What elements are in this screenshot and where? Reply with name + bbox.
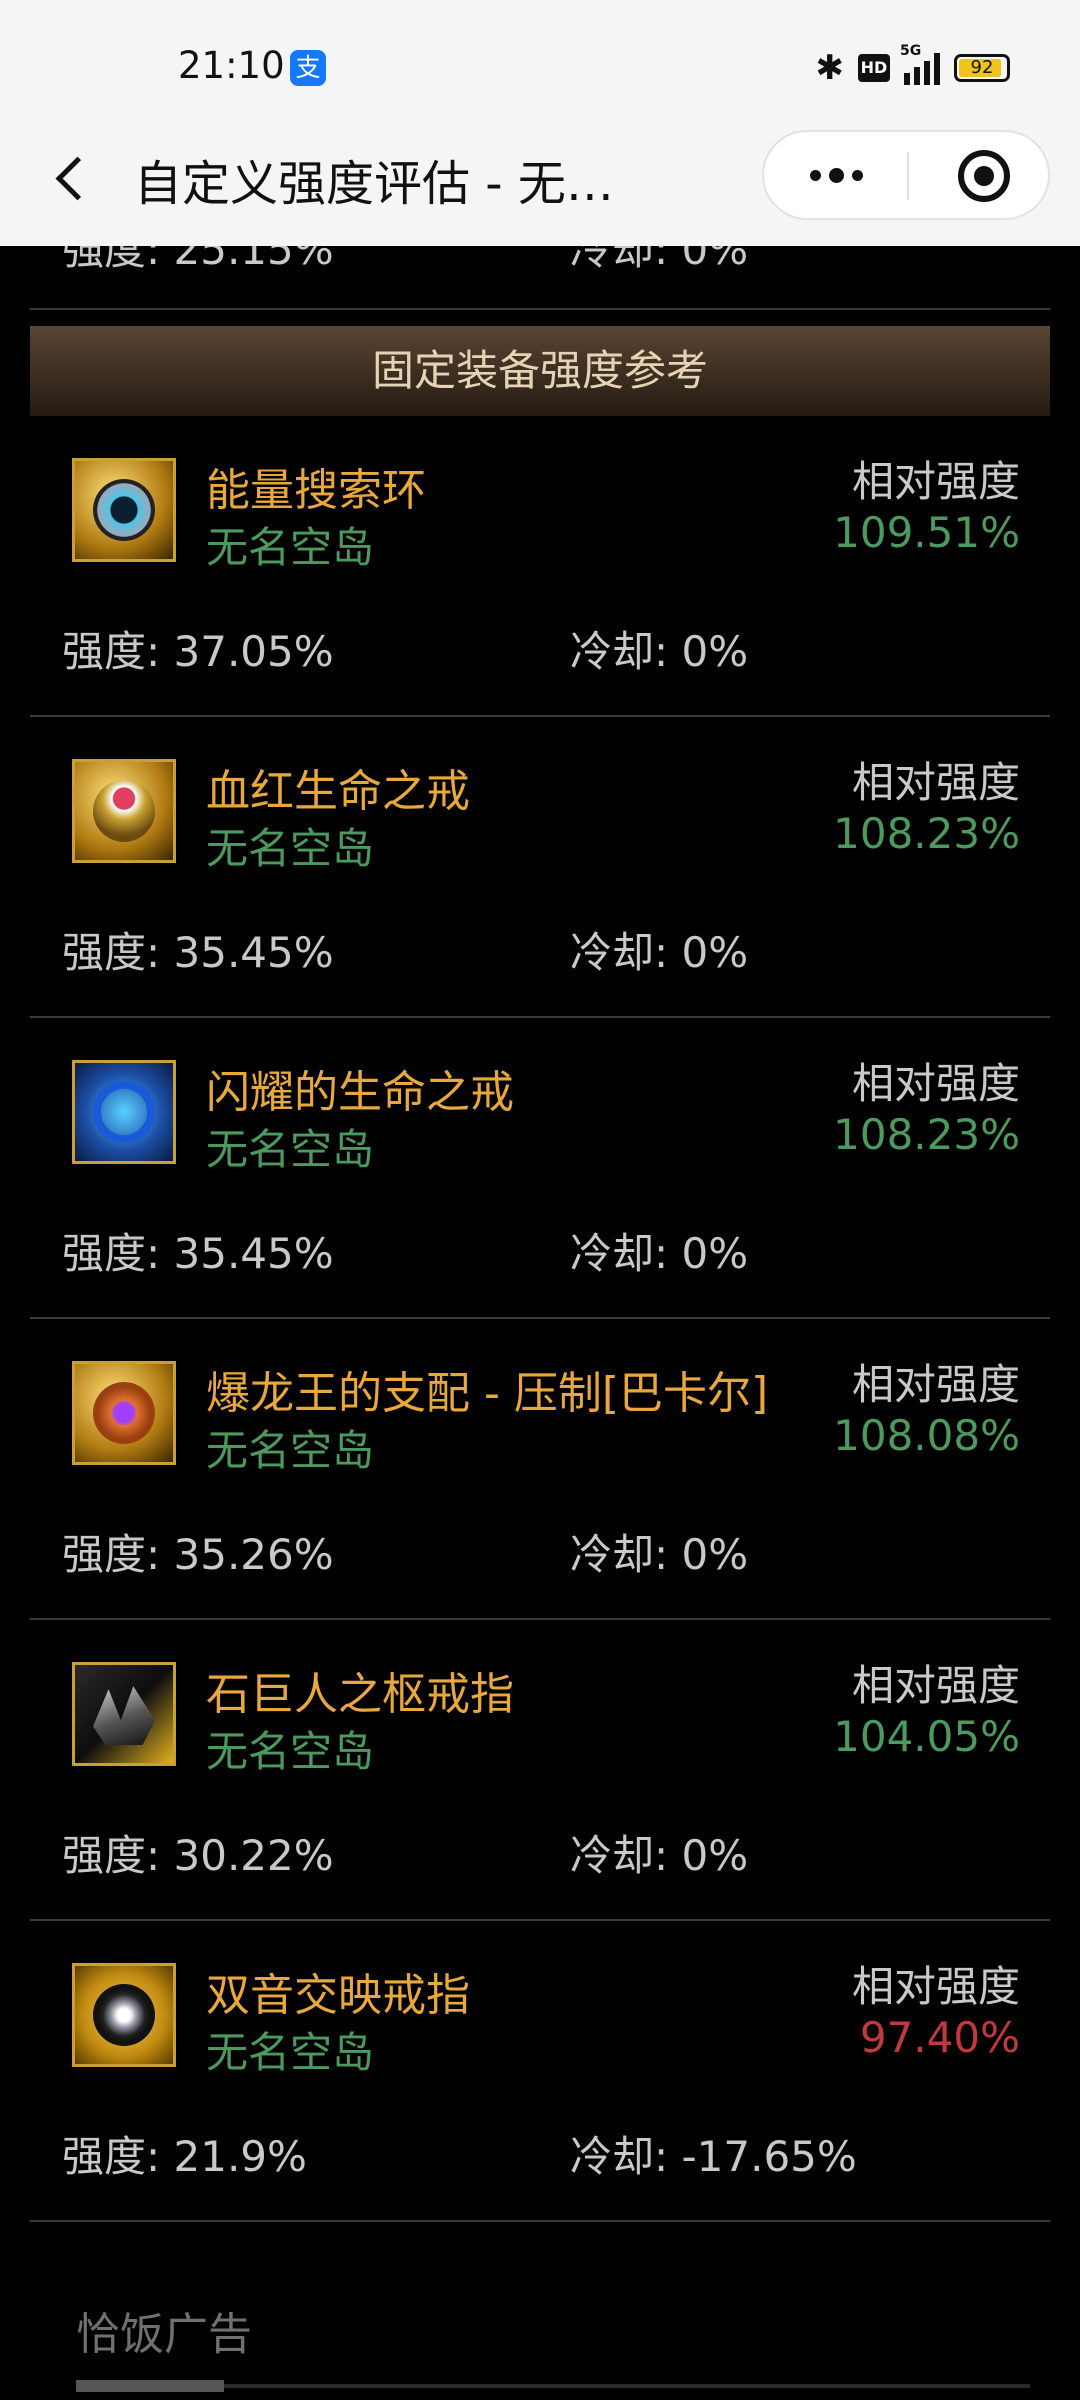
item-cooldown: 冷却: 0% — [570, 1229, 749, 1278]
item-cooldown: 冷却: 0% — [570, 928, 749, 977]
relative-strength-label: 相对强度 — [851, 758, 1020, 807]
relative-strength-value: 109.51% — [833, 508, 1020, 557]
scroll-thumb — [76, 2380, 224, 2392]
battery-icon: 92 — [954, 54, 1010, 82]
item-source: 无名空岛 — [206, 523, 375, 572]
capsule-divider — [907, 152, 909, 200]
relative-strength-value: 97.40% — [859, 2013, 1020, 2062]
battery-level: 92 — [970, 57, 994, 78]
relative-strength-label: 相对强度 — [851, 457, 1020, 506]
item-strength: 强度: 21.9% — [62, 2132, 307, 2181]
back-icon[interactable] — [42, 148, 102, 208]
equipment-item[interactable]: 能量搜索环 无名空岛 相对强度 109.51% 强度: 37.05% 冷却: 0… — [30, 416, 1050, 717]
divider — [30, 308, 1050, 310]
ad-scroll-indicator — [76, 2380, 1030, 2392]
miniprogram-capsule — [762, 130, 1050, 220]
item-strength: 强度: 35.26% — [62, 1530, 334, 1579]
equipment-item[interactable]: 血红生命之戒 无名空岛 相对强度 108.23% 强度: 35.45% 冷却: … — [30, 717, 1050, 1018]
alipay-icon: 支 — [290, 50, 326, 86]
item-source: 无名空岛 — [206, 1125, 375, 1174]
item-name: 爆龙王的支配 - 压制[巴卡尔] — [206, 1368, 769, 1419]
relative-strength-label: 相对强度 — [851, 1360, 1020, 1409]
nav-bar: 自定义强度评估 - 无… — [0, 130, 1080, 246]
equipment-item[interactable]: 爆龙王的支配 - 压制[巴卡尔] 无名空岛 相对强度 108.08% 强度: 3… — [30, 1319, 1050, 1620]
relative-strength-label: 相对强度 — [851, 1059, 1020, 1108]
ring-icon — [72, 458, 176, 562]
item-name: 双音交映戒指 — [206, 1970, 470, 2021]
bluetooth-icon: ✱ — [815, 48, 845, 88]
relative-strength-value: 108.23% — [833, 1110, 1020, 1159]
item-source: 无名空岛 — [206, 1727, 375, 1776]
equipment-item[interactable]: 闪耀的生命之戒 无名空岛 相对强度 108.23% 强度: 35.45% 冷却:… — [30, 1018, 1050, 1319]
ring-icon — [72, 1060, 176, 1164]
item-name: 石巨人之枢戒指 — [206, 1669, 514, 1720]
relative-strength-label: 相对强度 — [851, 1661, 1020, 1710]
page-title: 自定义强度评估 - 无… — [134, 156, 614, 212]
item-name: 能量搜索环 — [206, 465, 426, 516]
ring-icon — [72, 1662, 176, 1766]
ad-label: 恰饭广告 — [76, 2309, 252, 2360]
item-source: 无名空岛 — [206, 2028, 375, 2077]
relative-strength-value: 108.08% — [833, 1411, 1020, 1460]
item-strength: 强度: 30.22% — [62, 1831, 334, 1880]
relative-strength-value: 108.23% — [833, 809, 1020, 858]
ring-icon — [72, 759, 176, 863]
status-bar: 21:10 支 ✱ HD 5G 92 — [0, 0, 1080, 130]
item-name: 闪耀的生命之戒 — [206, 1067, 514, 1118]
item-cooldown: 冷却: 0% — [570, 1530, 749, 1579]
equipment-item[interactable]: 双音交映戒指 无名空岛 相对强度 97.40% 强度: 21.9% 冷却: -1… — [30, 1921, 1050, 2222]
item-name: 血红生命之戒 — [206, 766, 470, 817]
item-strength: 强度: 35.45% — [62, 928, 334, 977]
ring-icon — [72, 1963, 176, 2067]
hd-icon: HD — [858, 54, 890, 82]
status-time: 21:10 — [178, 44, 285, 87]
network-type: 5G — [900, 43, 922, 59]
item-strength: 强度: 37.05% — [62, 627, 334, 676]
item-strength: 强度: 35.45% — [62, 1229, 334, 1278]
item-cooldown: 冷却: -17.65% — [570, 2132, 857, 2181]
ring-icon — [72, 1361, 176, 1465]
signal-icon: 5G — [900, 43, 940, 85]
status-icons: ✱ HD 5G 92 — [815, 43, 1010, 88]
item-cooldown: 冷却: 0% — [570, 627, 749, 676]
top-bar: 21:10 支 ✱ HD 5G 92 自定义强度评估 - 无… — [0, 0, 1080, 246]
more-icon[interactable] — [764, 132, 908, 218]
equipment-item[interactable]: 石巨人之枢戒指 无名空岛 相对强度 104.05% 强度: 30.22% 冷却:… — [30, 1620, 1050, 1921]
relative-strength-label: 相对强度 — [851, 1962, 1020, 2011]
relative-strength-value: 104.05% — [833, 1712, 1020, 1761]
item-source: 无名空岛 — [206, 824, 375, 873]
item-source: 无名空岛 — [206, 1426, 375, 1475]
close-miniprogram-icon[interactable] — [958, 150, 1010, 202]
equipment-list: 能量搜索环 无名空岛 相对强度 109.51% 强度: 37.05% 冷却: 0… — [30, 416, 1050, 2222]
item-cooldown: 冷却: 0% — [570, 1831, 749, 1880]
section-header: 固定装备强度参考 — [30, 326, 1050, 416]
